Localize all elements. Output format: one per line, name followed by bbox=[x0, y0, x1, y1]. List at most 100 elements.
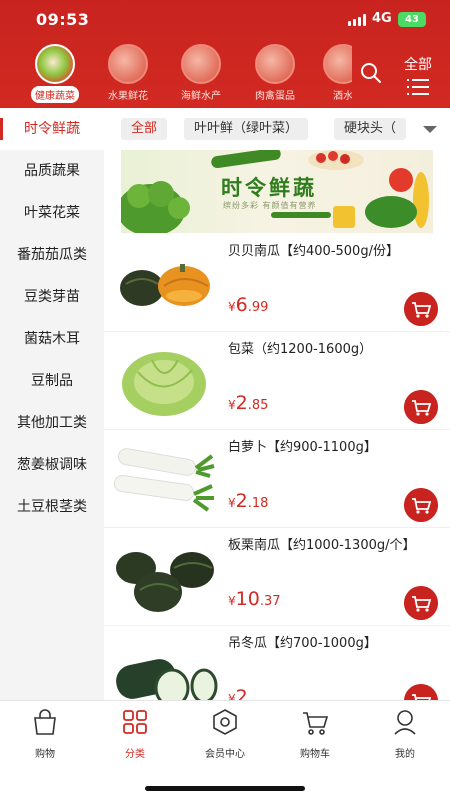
product-price: ¥2 bbox=[228, 686, 248, 700]
product-price: ¥2.85 bbox=[228, 392, 268, 414]
top-category-label: 酒水 bbox=[333, 91, 352, 102]
price-integer: 6 bbox=[235, 294, 248, 316]
top-category-label: 海鲜水产 bbox=[181, 91, 221, 102]
product-name: 白萝卜【约900-1100g】 bbox=[228, 440, 377, 455]
top-category-fruit[interactable]: 水果鲜花 bbox=[97, 44, 159, 102]
list-menu-icon bbox=[407, 79, 429, 95]
sidebar-item-mushrooms[interactable]: 菌菇木耳 bbox=[0, 318, 104, 360]
home-indicator bbox=[145, 786, 305, 791]
product-image-wax-gourd bbox=[116, 659, 218, 700]
hexagon-icon bbox=[213, 709, 237, 735]
add-to-cart-icon[interactable] bbox=[404, 684, 438, 700]
search-icon[interactable] bbox=[360, 62, 382, 84]
user-icon bbox=[394, 710, 416, 735]
shopping-bag-icon bbox=[34, 709, 56, 735]
banner-subtitle: 缤纷多彩 有颜值有营养 bbox=[223, 201, 317, 210]
product-price: ¥10.37 bbox=[228, 588, 281, 610]
sidebar-item-seasonal[interactable]: 时令鲜蔬 bbox=[0, 108, 104, 150]
price-integer: 2 bbox=[235, 392, 248, 414]
tab-mine[interactable]: 我的 bbox=[365, 707, 445, 760]
price-currency: ¥ bbox=[228, 692, 236, 700]
product-item[interactable]: 吊冬瓜【约700-1000g】 ¥2 bbox=[104, 626, 450, 700]
price-currency: ¥ bbox=[228, 496, 236, 510]
expand-filters-icon[interactable] bbox=[423, 126, 437, 133]
promo-banner[interactable]: 时令鲜蔬 缤纷多彩 有颜值有营养 bbox=[121, 150, 433, 233]
drinks-category-icon bbox=[323, 44, 352, 84]
top-category-label: 水果鲜花 bbox=[108, 91, 148, 102]
top-header: 09:53 4G 43 健康蔬菜 水果鲜花 海鲜水产 肉禽蛋品 酒水 全部 bbox=[0, 0, 450, 108]
sidebar-item-quality[interactable]: 品质蔬果 bbox=[0, 150, 104, 192]
product-image-cabbage bbox=[122, 352, 206, 416]
filter-chip-leafy[interactable]: 叶叶鲜（绿叶菜） bbox=[184, 118, 309, 140]
price-currency: ¥ bbox=[228, 300, 236, 314]
price-decimal: .37 bbox=[259, 594, 281, 609]
tab-label: 我的 bbox=[395, 749, 415, 760]
product-image-white-radish bbox=[113, 448, 215, 512]
all-categories-label: 全部 bbox=[404, 57, 432, 73]
seafood-category-icon bbox=[181, 44, 221, 84]
fruit-category-icon bbox=[108, 44, 148, 84]
product-name: 包菜（约1200-1600g） bbox=[228, 342, 373, 357]
battery-icon: 43 bbox=[398, 12, 426, 27]
price-currency: ¥ bbox=[228, 398, 236, 412]
price-integer: 2 bbox=[235, 686, 248, 700]
product-price: ¥6.99 bbox=[228, 294, 268, 316]
add-to-cart-icon[interactable] bbox=[404, 586, 438, 620]
product-name: 贝贝南瓜【约400-500g/份】 bbox=[228, 244, 399, 259]
product-image-beibei-pumpkin bbox=[120, 264, 210, 306]
price-decimal: .18 bbox=[247, 496, 269, 511]
product-item[interactable]: 白萝卜【约900-1100g】 ¥2.18 bbox=[104, 430, 450, 528]
add-to-cart-icon[interactable] bbox=[404, 390, 438, 424]
signal-icon bbox=[348, 14, 368, 26]
filter-chip-hard[interactable]: 硬块头（ bbox=[334, 118, 407, 140]
sidebar-item-seasonings[interactable]: 葱姜椒调味 bbox=[0, 444, 104, 486]
filter-chip-all[interactable]: 全部 bbox=[121, 118, 168, 140]
tab-label: 分类 bbox=[125, 749, 145, 760]
sidebar-item-beans-sprouts[interactable]: 豆类芽苗 bbox=[0, 276, 104, 318]
top-category-strip: 健康蔬菜 水果鲜花 海鲜水产 肉禽蛋品 酒水 bbox=[0, 44, 352, 104]
price-decimal: .85 bbox=[247, 398, 269, 413]
add-to-cart-icon[interactable] bbox=[404, 292, 438, 326]
status-time: 09:53 bbox=[36, 10, 90, 29]
tab-label: 会员中心 bbox=[205, 749, 245, 760]
top-category-label: 健康蔬菜 bbox=[31, 86, 79, 103]
add-to-cart-icon[interactable] bbox=[404, 488, 438, 522]
tab-cart[interactable]: 购物车 bbox=[275, 707, 355, 760]
grid-icon bbox=[123, 710, 147, 734]
tab-shopping[interactable]: 购物 bbox=[5, 707, 85, 760]
tab-member-center[interactable]: 会员中心 bbox=[185, 707, 265, 760]
network-type: 4G bbox=[372, 11, 392, 26]
tab-label: 购物车 bbox=[300, 749, 330, 760]
product-item[interactable]: 包菜（约1200-1600g） ¥2.85 bbox=[104, 332, 450, 430]
meat-category-icon bbox=[255, 44, 295, 84]
top-category-vegetables[interactable]: 健康蔬菜 bbox=[24, 44, 86, 103]
all-categories-button[interactable]: 全部 bbox=[398, 54, 438, 95]
bottom-tab-bar: 购物 分类 会员中心 购物车 我的 bbox=[0, 700, 450, 800]
price-integer: 2 bbox=[235, 490, 248, 512]
price-decimal: .99 bbox=[247, 300, 269, 315]
top-category-label: 肉禽蛋品 bbox=[255, 91, 295, 102]
tab-label: 购物 bbox=[35, 749, 55, 760]
product-name: 吊冬瓜【约700-1000g】 bbox=[228, 636, 377, 651]
filter-chip-bar: 全部 叶叶鲜（绿叶菜） 硬块头（ bbox=[104, 108, 450, 150]
sidebar-item-leafy[interactable]: 叶菜花菜 bbox=[0, 192, 104, 234]
sidebar-item-tofu[interactable]: 豆制品 bbox=[0, 360, 104, 402]
sidebar-item-processed[interactable]: 其他加工类 bbox=[0, 402, 104, 444]
top-category-seafood[interactable]: 海鲜水产 bbox=[170, 44, 232, 102]
product-item[interactable]: 贝贝南瓜【约400-500g/份】 ¥6.99 bbox=[104, 234, 450, 332]
product-item[interactable]: 板栗南瓜【约1000-1300g/个】 ¥10.37 bbox=[104, 528, 450, 626]
price-currency: ¥ bbox=[228, 594, 236, 608]
product-image-chestnut-pumpkin bbox=[116, 552, 214, 612]
product-name: 板栗南瓜【约1000-1300g/个】 bbox=[228, 538, 416, 553]
status-bar: 09:53 4G 43 bbox=[0, 0, 450, 40]
vegetables-category-icon bbox=[35, 44, 75, 84]
tab-category[interactable]: 分类 bbox=[95, 707, 175, 760]
banner-title: 时令鲜蔬 bbox=[221, 176, 317, 200]
category-sidebar: 时令鲜蔬 品质蔬果 叶菜花菜 番茄茄瓜类 豆类芽苗 菌菇木耳 豆制品 其他加工类… bbox=[0, 108, 104, 700]
sidebar-item-root-veg[interactable]: 土豆根茎类 bbox=[0, 486, 104, 528]
top-category-meat-eggs[interactable]: 肉禽蛋品 bbox=[244, 44, 306, 102]
top-category-drinks[interactable]: 酒水 bbox=[312, 44, 352, 102]
cart-icon bbox=[303, 712, 329, 735]
sidebar-item-tomato-melon[interactable]: 番茄茄瓜类 bbox=[0, 234, 104, 276]
product-list: 贝贝南瓜【约400-500g/份】 ¥6.99 包菜（约1200-1600g） … bbox=[104, 234, 450, 700]
